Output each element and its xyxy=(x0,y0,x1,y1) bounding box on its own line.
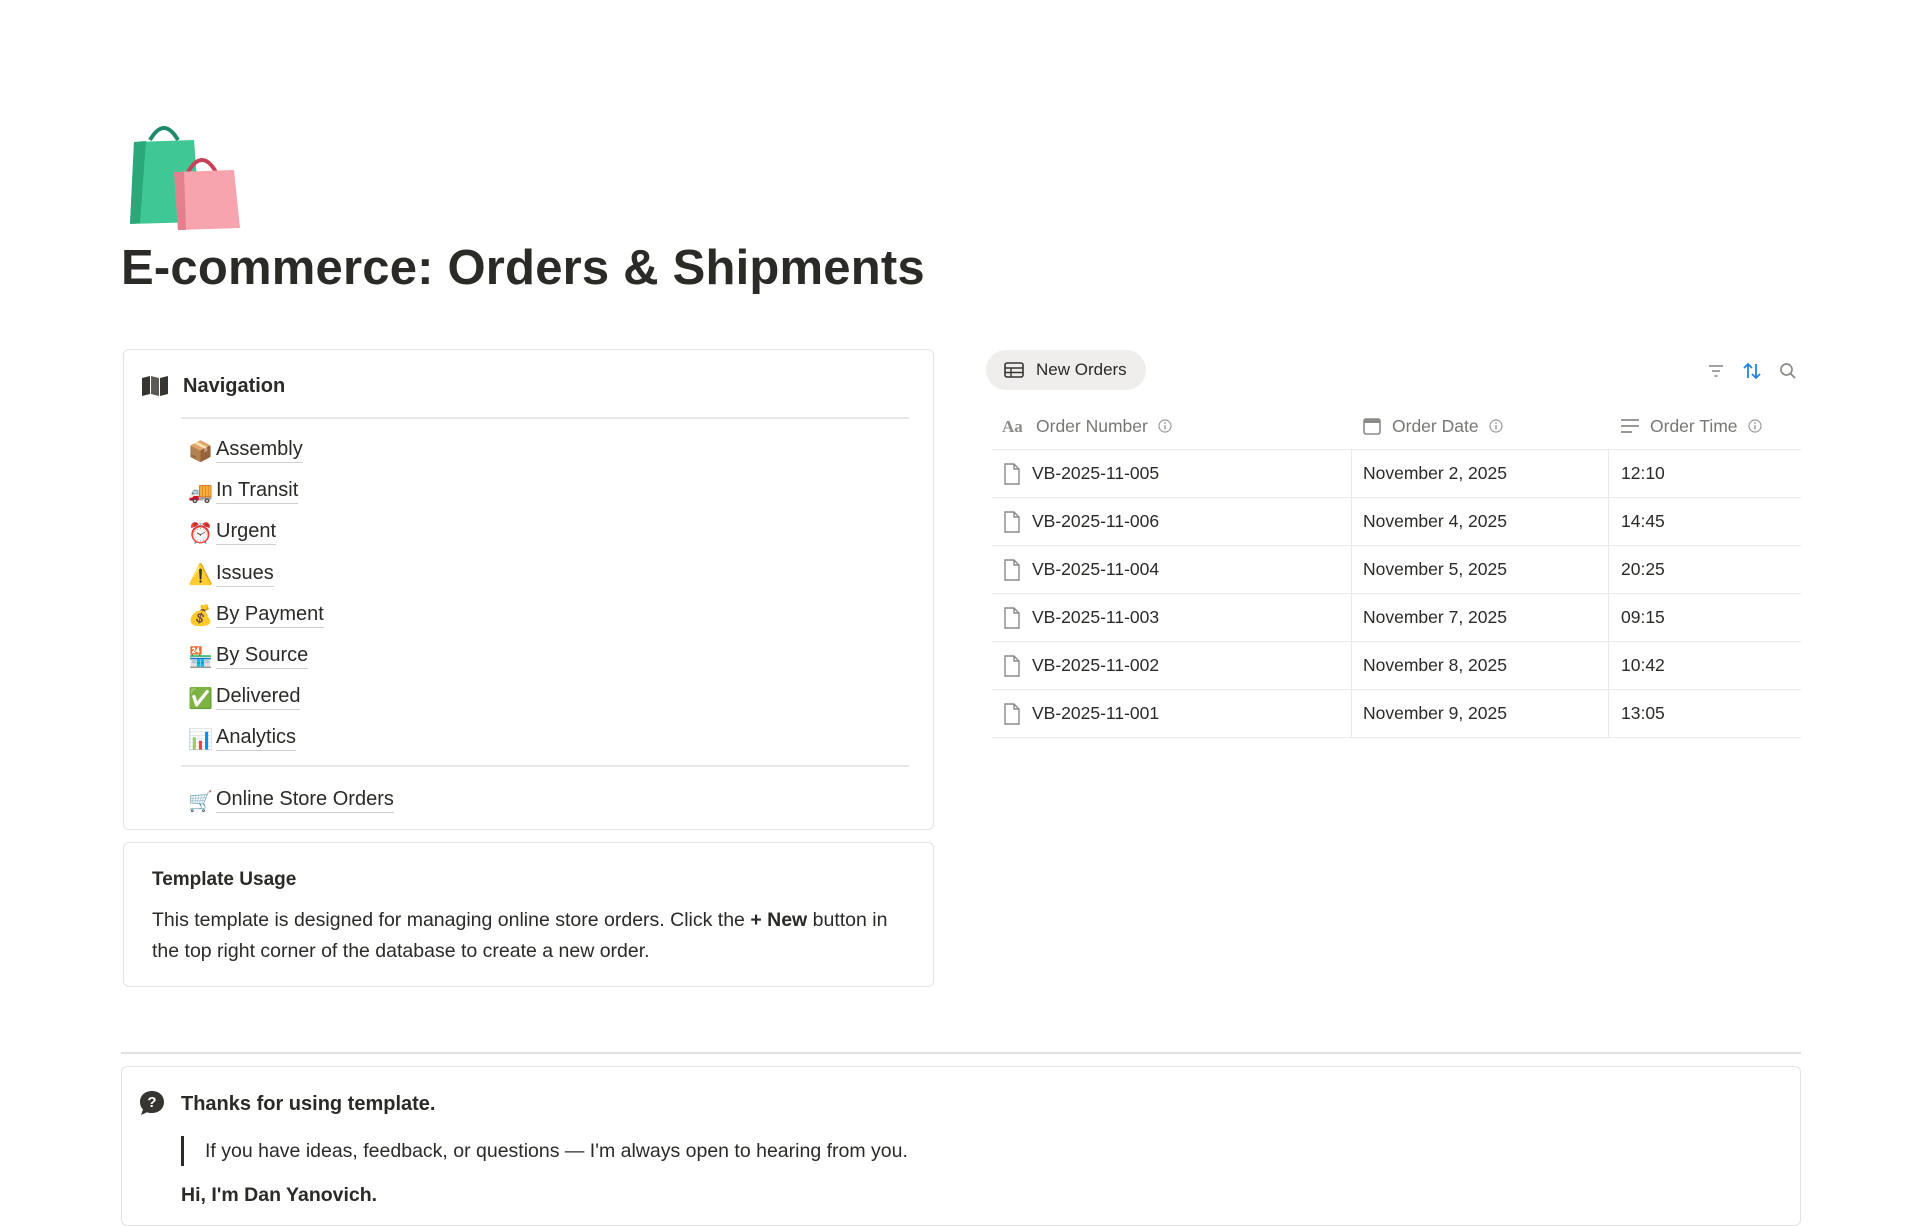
help-bubble-icon: ? xyxy=(140,1091,164,1115)
info-icon[interactable] xyxy=(1158,419,1172,433)
navigation-list: 📦 Assembly 🚚 In Transit ⏰ Urgent ⚠️ Issues 💰… xyxy=(188,430,324,760)
order-date: November 9, 2025 xyxy=(1363,703,1507,723)
order-number[interactable]: VB-2025-11-001 xyxy=(1032,703,1159,724)
info-icon[interactable] xyxy=(1488,419,1503,433)
order-date: November 8, 2025 xyxy=(1363,655,1507,675)
nav-link-in-transit[interactable]: 🚚 In Transit xyxy=(188,471,324,512)
order-date: November 7, 2025 xyxy=(1363,607,1507,627)
order-date: November 2, 2025 xyxy=(1363,463,1507,483)
usage-title: Template Usage xyxy=(152,869,297,890)
thanks-callout: ? Thanks for using template. If you have… xyxy=(121,1066,1801,1226)
filter-icon[interactable] xyxy=(1705,360,1727,382)
column-header-order-time[interactable]: Order Time xyxy=(1608,403,1801,449)
shopping-cart-icon: 🛒 xyxy=(188,788,213,813)
store-icon: 🏪 xyxy=(188,644,213,669)
table-icon xyxy=(1004,362,1024,378)
svg-text:?: ? xyxy=(147,1094,156,1111)
table-header: Aa Order Number Order Date Order Time xyxy=(992,403,1801,450)
money-bag-icon: 💰 xyxy=(188,603,213,628)
package-icon: 📦 xyxy=(188,438,213,463)
page-title: E-commerce: Orders & Shipments xyxy=(121,241,925,295)
horizontal-divider xyxy=(121,1052,1801,1054)
text-lines-icon xyxy=(1621,419,1639,433)
view-tab-new-orders[interactable]: New Orders xyxy=(986,350,1146,390)
order-number[interactable]: VB-2025-11-002 xyxy=(1032,655,1159,676)
nav-link-by-payment[interactable]: 💰 By Payment xyxy=(188,595,324,636)
order-date: November 5, 2025 xyxy=(1363,559,1507,579)
column-header-order-number[interactable]: Aa Order Number xyxy=(992,403,1351,449)
bar-chart-icon: 📊 xyxy=(188,726,213,751)
order-time: 13:05 xyxy=(1621,703,1665,723)
page-icon xyxy=(1004,654,1020,677)
navigation-callout: Navigation 📦 Assembly 🚚 In Transit ⏰ Urgent… xyxy=(123,349,934,830)
page-icon xyxy=(1004,558,1020,581)
text-property-icon: Aa xyxy=(1002,417,1023,435)
nav-link-by-source[interactable]: 🏪 By Source xyxy=(188,636,324,677)
order-time: 20:25 xyxy=(1621,559,1665,579)
order-number[interactable]: VB-2025-11-006 xyxy=(1032,511,1159,532)
column-header-order-date[interactable]: Order Date xyxy=(1351,403,1608,449)
search-icon[interactable] xyxy=(1777,360,1799,382)
order-number[interactable]: VB-2025-11-003 xyxy=(1032,607,1159,628)
shopping-bags-icon xyxy=(130,126,240,230)
order-time: 10:42 xyxy=(1621,655,1665,675)
page-icon xyxy=(1004,702,1020,725)
table-row[interactable]: VB-2025-11-001 November 9, 2025 13:05 xyxy=(992,690,1801,738)
order-date: November 4, 2025 xyxy=(1363,511,1507,531)
nav-link-online-store-orders[interactable]: 🛒 Online Store Orders xyxy=(188,780,394,821)
svg-text:Aa: Aa xyxy=(1002,417,1023,435)
order-time: 09:15 xyxy=(1621,607,1665,627)
usage-text: This template is designed for managing o… xyxy=(152,909,888,962)
page-icon xyxy=(1004,606,1020,629)
author-greeting: Hi, I'm Dan Yanovich. xyxy=(181,1184,378,1206)
divider xyxy=(181,765,909,767)
table-row[interactable]: VB-2025-11-003 November 7, 2025 09:15 xyxy=(992,594,1801,642)
map-icon xyxy=(142,376,168,396)
nav-link-delivered[interactable]: ✅ Delivered xyxy=(188,677,324,718)
page-icon xyxy=(1004,462,1020,485)
template-usage-callout: Template Usage This template is designed… xyxy=(123,842,934,987)
nav-link-assembly[interactable]: 📦 Assembly xyxy=(188,430,324,471)
sort-icon[interactable] xyxy=(1741,360,1763,382)
table-row[interactable]: VB-2025-11-006 November 4, 2025 14:45 xyxy=(992,498,1801,546)
nav-link-issues[interactable]: ⚠️ Issues xyxy=(188,554,324,595)
feedback-quote: If you have ideas, feedback, or question… xyxy=(181,1136,908,1166)
order-time: 14:45 xyxy=(1621,511,1665,531)
divider xyxy=(181,417,909,419)
nav-link-urgent[interactable]: ⏰ Urgent xyxy=(188,512,324,553)
orders-table: Aa Order Number Order Date Order Time VB… xyxy=(992,403,1801,738)
order-number[interactable]: VB-2025-11-004 xyxy=(1032,559,1159,580)
truck-icon: 🚚 xyxy=(188,479,213,504)
alarm-clock-icon: ⏰ xyxy=(188,520,213,545)
table-row[interactable]: VB-2025-11-002 November 8, 2025 10:42 xyxy=(992,642,1801,690)
warning-icon: ⚠️ xyxy=(188,562,213,587)
thanks-title: Thanks for using template. xyxy=(181,1093,436,1115)
info-icon[interactable] xyxy=(1747,419,1762,433)
nav-link-analytics[interactable]: 📊 Analytics xyxy=(188,718,324,759)
order-number[interactable]: VB-2025-11-005 xyxy=(1032,463,1159,484)
table-row[interactable]: VB-2025-11-005 November 2, 2025 12:10 xyxy=(992,450,1801,498)
calendar-icon xyxy=(1363,418,1381,435)
table-row[interactable]: VB-2025-11-004 November 5, 2025 20:25 xyxy=(992,546,1801,594)
view-tab-label: New Orders xyxy=(1036,360,1127,379)
page-icon xyxy=(1004,510,1020,533)
navigation-title: Navigation xyxy=(183,375,286,397)
check-mark-icon: ✅ xyxy=(188,685,213,710)
order-time: 12:10 xyxy=(1621,463,1665,483)
